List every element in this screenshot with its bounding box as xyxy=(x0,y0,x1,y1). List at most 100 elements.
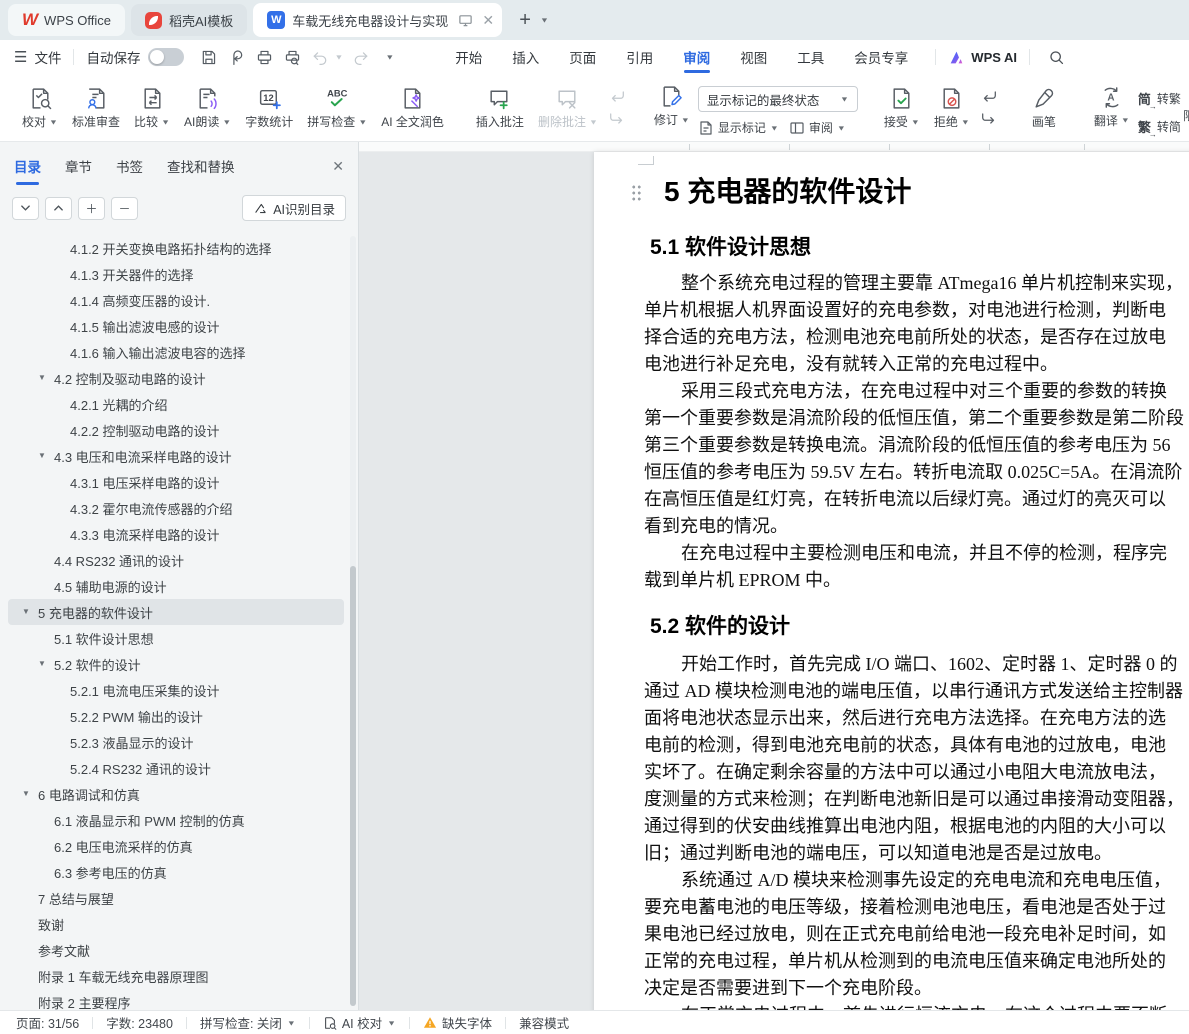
toc-item[interactable]: 5.2.1 电流电压采集的设计 xyxy=(8,677,344,703)
menu-item-会员专享[interactable]: 会员专享 xyxy=(839,40,923,74)
sidebar-tab-contents[interactable]: 目录 xyxy=(14,156,41,185)
review-pane-button[interactable]: 审阅▼ xyxy=(789,119,846,136)
toc-item[interactable]: 4.3.1 电压采样电路的设计 xyxy=(8,469,344,495)
restrict-editing-button[interactable]: 限制编辑 xyxy=(1172,80,1189,124)
reject-changes-button[interactable]: 拒绝▼ xyxy=(928,81,976,134)
insert-comment-button[interactable]: 插入批注 xyxy=(470,81,530,134)
paragraph-drag-handle-icon[interactable] xyxy=(631,184,642,201)
chevron-down-icon: ▼ xyxy=(681,116,690,124)
toc-item[interactable]: 附录 2 主要程序 xyxy=(8,989,344,1010)
spell-check-button[interactable]: ABC 拼写检查▼ xyxy=(301,81,373,134)
word-count-indicator[interactable]: 字数: 23480 xyxy=(106,1013,173,1032)
missing-font-warning[interactable]: 缺失字体 xyxy=(423,1013,492,1032)
tab-docer-templates[interactable]: 稻壳AI模板 xyxy=(131,4,247,36)
sidebar-tab-bookmarks[interactable]: 书签 xyxy=(116,156,143,185)
page-indicator[interactable]: 页面: 31/56 xyxy=(16,1013,79,1032)
tab-list-chevron-icon[interactable]: ▼ xyxy=(540,16,549,24)
toc-item[interactable]: 4.3.3 电流采样电路的设计 xyxy=(8,521,344,547)
file-menu[interactable]: ☰ 文件 xyxy=(14,47,61,67)
toc-item[interactable]: 4.2.1 光耦的介绍 xyxy=(8,391,344,417)
toc-item[interactable]: ▼4.2 控制及驱动电路的设计 xyxy=(8,365,344,391)
autosave-toggle[interactable] xyxy=(148,48,184,66)
sidebar-tab-chapters[interactable]: 章节 xyxy=(65,156,92,185)
compare-button[interactable]: 比较▼ xyxy=(128,81,176,134)
word-count-button[interactable]: 12 字数统计 xyxy=(239,81,299,134)
expand-arrow-icon[interactable]: ▼ xyxy=(38,373,46,382)
doc-text-line: 通过 AD 模块检测电池的端电压值，以串行通讯方式发送给主控制器 xyxy=(644,678,1189,705)
toc-item[interactable]: 6.2 电压电流采样的仿真 xyxy=(8,833,344,859)
toc-item[interactable]: ▼4.3 电压和电流采样电路的设计 xyxy=(8,443,344,469)
export-icon[interactable] xyxy=(222,44,250,70)
toc-item[interactable]: 4.1.3 开关器件的选择 xyxy=(8,261,344,287)
ai-recognize-toc-button[interactable]: AI识别目录 xyxy=(242,195,346,221)
expand-arrow-icon[interactable]: ▼ xyxy=(38,659,46,668)
ai-proofread-status[interactable]: AI 校对▼ xyxy=(323,1013,396,1032)
menu-item-审阅[interactable]: 审阅 xyxy=(668,40,725,74)
toc-item-label: 4.2.1 光耦的介绍 xyxy=(70,395,168,414)
sidebar-scrollbar-thumb[interactable] xyxy=(350,566,356,1006)
tab-document[interactable]: W 车载无线充电器设计与实现 ✕ xyxy=(253,3,502,37)
toc-item[interactable]: 致谢 xyxy=(8,911,344,937)
toc-item[interactable]: 5.2.4 RS232 通讯的设计 xyxy=(8,755,344,781)
tab-wps-office[interactable]: W WPS Office xyxy=(8,4,125,36)
toc-item[interactable]: 附录 1 车载无线充电器原理图 xyxy=(8,963,344,989)
toc-item[interactable]: 参考文献 xyxy=(8,937,344,963)
toc-item[interactable]: 5.2.2 PWM 输出的设计 xyxy=(8,703,344,729)
print-preview-button[interactable] xyxy=(278,44,306,70)
show-markup-button[interactable]: 显示标记▼ xyxy=(698,119,779,136)
zoom-out-outline-button[interactable]: － xyxy=(111,197,138,220)
collapse-all-button[interactable] xyxy=(12,197,39,220)
sync-status-icon[interactable] xyxy=(455,10,475,30)
menu-item-页面[interactable]: 页面 xyxy=(554,40,611,74)
expand-all-button[interactable] xyxy=(45,197,72,220)
expand-arrow-icon[interactable]: ▼ xyxy=(22,607,30,616)
document-page[interactable]: 5 充电器的软件设计 5.1 软件设计思想整个系统充电过程的管理主要靠 ATme… xyxy=(594,152,1189,1010)
toc-item[interactable]: ▼5 充电器的软件设计 xyxy=(8,599,344,625)
expand-arrow-icon[interactable]: ▼ xyxy=(22,789,30,798)
toc-item[interactable]: 7 总结与展望 xyxy=(8,885,344,911)
next-change-icon[interactable] xyxy=(978,110,1000,127)
toc-item[interactable]: 5.1 软件设计思想 xyxy=(8,625,344,651)
toc-item[interactable]: ▼5.2 软件的设计 xyxy=(8,651,344,677)
toc-item[interactable]: 6.1 液晶显示和 PWM 控制的仿真 xyxy=(8,807,344,833)
toc-item[interactable]: 5.2.3 液晶显示的设计 xyxy=(8,729,344,755)
ai-polish-button[interactable]: AI 全文润色 xyxy=(375,81,450,134)
toc-item[interactable]: 4.2.2 控制驱动电路的设计 xyxy=(8,417,344,443)
ai-read-aloud-button[interactable]: AI朗读▼ xyxy=(178,81,237,134)
menu-item-工具[interactable]: 工具 xyxy=(782,40,839,74)
toc-item[interactable]: ▼6 电路调试和仿真 xyxy=(8,781,344,807)
search-icon[interactable] xyxy=(1042,44,1070,70)
menu-item-引用[interactable]: 引用 xyxy=(611,40,668,74)
expand-arrow-icon[interactable]: ▼ xyxy=(38,451,46,460)
toc-item[interactable]: 6.3 参考电压的仿真 xyxy=(8,859,344,885)
markup-state-dropdown[interactable]: 显示标记的最终状态 ▼ xyxy=(698,86,858,112)
wps-ai-button[interactable]: WPS AI xyxy=(948,50,1017,65)
spell-check-status[interactable]: 拼写检查: 关闭▼ xyxy=(200,1013,296,1032)
print-button[interactable] xyxy=(250,44,278,70)
toc-item[interactable]: 4.4 RS232 通讯的设计 xyxy=(8,547,344,573)
menu-item-视图[interactable]: 视图 xyxy=(725,40,782,74)
previous-change-icon[interactable] xyxy=(978,88,1000,105)
new-tab-button[interactable]: + xyxy=(512,7,538,33)
proofread-button[interactable]: 校对▼ xyxy=(16,81,64,134)
quickbar-customize-chevron-icon[interactable]: ▼ xyxy=(385,53,394,61)
toc-item[interactable]: 4.1.6 输入输出滤波电容的选择 xyxy=(8,339,344,365)
toc-item[interactable]: 4.3.2 霍尔电流传感器的介绍 xyxy=(8,495,344,521)
sidebar-tab-find-replace[interactable]: 查找和替换 xyxy=(167,156,235,185)
menu-item-插入[interactable]: 插入 xyxy=(497,40,554,74)
zoom-in-outline-button[interactable]: ＋ xyxy=(78,197,105,220)
toc-item[interactable]: 4.5 辅助电源的设计 xyxy=(8,573,344,599)
track-changes-button[interactable]: 修订▼ xyxy=(648,79,696,132)
close-sidebar-icon[interactable]: ✕ xyxy=(332,158,344,183)
pen-button[interactable]: 画笔 xyxy=(1020,81,1068,134)
close-tab-icon[interactable]: ✕ xyxy=(482,12,494,29)
toc-item[interactable]: 4.1.4 高频变压器的设计. xyxy=(8,287,344,313)
standard-review-button[interactable]: 标准审查 xyxy=(66,81,126,134)
accept-changes-button[interactable]: 接受▼ xyxy=(878,81,926,134)
translate-button[interactable]: A 翻译▼ xyxy=(1088,80,1136,133)
compat-mode-indicator[interactable]: 兼容模式 xyxy=(519,1013,569,1032)
toc-item[interactable]: 4.1.5 输出滤波电感的设计 xyxy=(8,313,344,339)
save-button[interactable] xyxy=(194,44,222,70)
menu-item-开始[interactable]: 开始 xyxy=(440,40,497,74)
toc-item[interactable]: 4.1.2 开关变换电路拓扑结构的选择 xyxy=(8,235,344,261)
